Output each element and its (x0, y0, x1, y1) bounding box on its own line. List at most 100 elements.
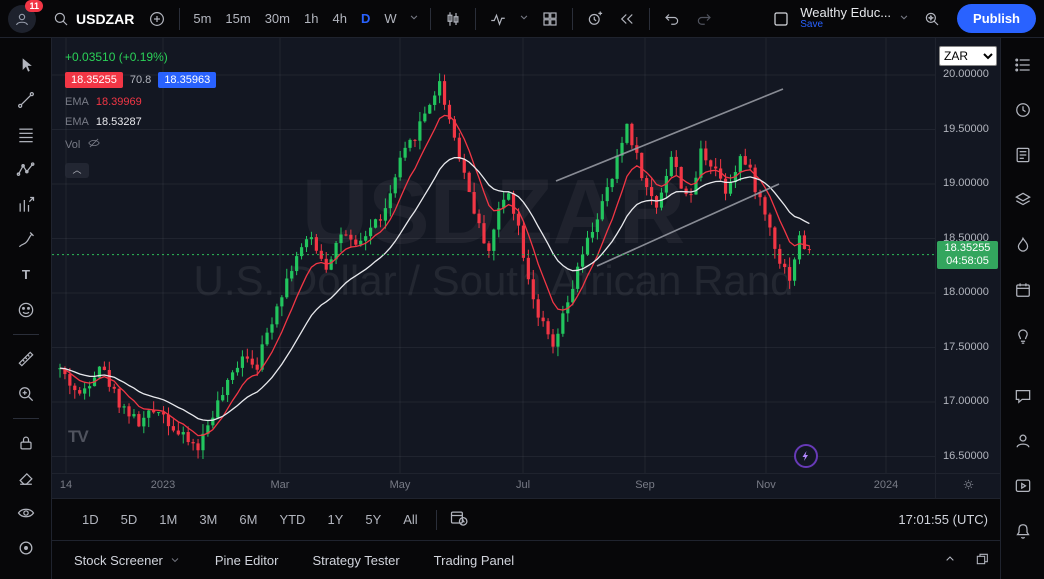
measure-tool[interactable] (12, 348, 40, 370)
bar-replay-button[interactable] (612, 6, 642, 32)
time-axis-labels: 14 2023 Mar May Jul Sep Nov 2024 (52, 474, 935, 498)
watchlist-icon[interactable] (1009, 54, 1037, 76)
range-1y[interactable]: 1Y (319, 508, 351, 531)
tab-stock-screener[interactable]: Stock Screener (74, 553, 181, 568)
bottom-panel-tabs: Stock Screener Pine Editor Strategy Test… (52, 540, 1000, 579)
range-ytd[interactable]: YTD (271, 508, 313, 531)
timeframe-1w[interactable]: W (378, 7, 402, 30)
range-5y[interactable]: 5Y (357, 508, 389, 531)
chat-icon[interactable] (1009, 385, 1037, 407)
calendar-icon[interactable] (1009, 279, 1037, 301)
lightning-boost-button[interactable] (794, 444, 818, 468)
pattern-tool[interactable] (12, 159, 40, 181)
bar-countdown: 04:58:05 (937, 255, 998, 268)
forecast-tool[interactable] (12, 194, 40, 216)
timeframe-1d[interactable]: D (355, 7, 376, 30)
cursor-tool[interactable] (12, 54, 40, 76)
tab-pine-editor[interactable]: Pine Editor (215, 553, 279, 568)
axis-currency-select[interactable]: ZAR (939, 46, 997, 66)
divider (179, 8, 180, 30)
ideas-bulb-icon[interactable] (1009, 324, 1037, 346)
divider (649, 8, 650, 30)
legend-collapse-button[interactable]: ︿ (65, 163, 89, 178)
tradingview-logo[interactable]: TV (68, 427, 88, 447)
chart-row: USDZAR U.S. Dollar / South African Rand … (52, 38, 1000, 473)
object-tree-icon[interactable] (1009, 189, 1037, 211)
layout-grid-button[interactable] (535, 6, 565, 32)
timeframe-5m[interactable]: 5m (187, 7, 217, 30)
timeframes-chevron-down-icon[interactable] (405, 8, 423, 29)
text-tool[interactable]: T (12, 264, 40, 286)
go-to-date-button[interactable] (447, 506, 471, 533)
layout-name: Wealthy Educ... (800, 7, 891, 19)
publish-button[interactable]: Publish (957, 4, 1036, 33)
timeframe-30m[interactable]: 30m (259, 7, 296, 30)
save-layout-button[interactable] (766, 6, 796, 32)
user-avatar[interactable]: 11 (8, 5, 36, 33)
redo-button[interactable] (689, 6, 719, 32)
time-axis-label: 2024 (874, 479, 898, 491)
fib-retracement-tool[interactable] (12, 124, 40, 146)
range-6m[interactable]: 6M (231, 508, 265, 531)
create-alert-button[interactable] (580, 6, 610, 32)
save-link[interactable]: Save (800, 19, 823, 31)
brush-tool[interactable] (12, 229, 40, 251)
alerts-icon[interactable] (1009, 99, 1037, 121)
time-axis[interactable]: 14 2023 Mar May Jul Sep Nov 2024 (52, 473, 1000, 498)
price-axis-label: 18.00000 (943, 286, 989, 298)
news-icon[interactable] (1009, 144, 1037, 166)
zoom-tool[interactable] (12, 383, 40, 405)
layout-name-block[interactable]: Wealthy Educ... Save (800, 7, 891, 31)
streams-icon[interactable] (1009, 430, 1037, 452)
range-all[interactable]: All (395, 508, 425, 531)
ema2-label[interactable]: EMA (65, 116, 89, 128)
indicators-chevron-down-icon[interactable] (515, 8, 533, 29)
divider (13, 418, 39, 419)
chart-style-button[interactable] (438, 6, 468, 32)
indicators-button[interactable] (483, 6, 513, 32)
chart-canvas[interactable]: USDZAR U.S. Dollar / South African Rand … (52, 38, 935, 473)
grid-layout-icon (541, 10, 559, 28)
time-axis-label: Jul (516, 479, 530, 491)
quick-search-button[interactable] (917, 6, 947, 32)
chart-settings-button[interactable] (961, 477, 976, 495)
svg-text:T: T (21, 267, 29, 282)
undo-button[interactable] (657, 6, 687, 32)
last-price-value: 18.35255 (937, 242, 998, 255)
price-axis-label: 17.50000 (943, 341, 989, 353)
panel-expand-button[interactable] (942, 551, 958, 570)
tab-strategy-tester[interactable]: Strategy Tester (312, 553, 399, 568)
clock-utc[interactable]: 17:01:55 (UTC) (898, 512, 988, 527)
volume-label[interactable]: Vol (65, 139, 80, 151)
timeframe-1h[interactable]: 1h (298, 7, 324, 30)
emoji-tool[interactable] (12, 299, 40, 321)
restore-window-icon (974, 551, 990, 567)
target-tool[interactable] (12, 537, 40, 559)
search-icon (52, 10, 70, 28)
hide-drawings-tool[interactable] (12, 502, 40, 524)
panel-restore-button[interactable] (974, 551, 990, 570)
eye-off-icon[interactable] (87, 136, 101, 153)
notifications-bell-icon[interactable] (1009, 520, 1037, 542)
compare-symbol-button[interactable] (142, 6, 172, 32)
lock-drawings-tool[interactable] (12, 432, 40, 454)
tab-trading-panel[interactable]: Trading Panel (434, 553, 514, 568)
range-5d[interactable]: 5D (113, 508, 146, 531)
quick-search-icon (923, 10, 941, 28)
chart-center: USDZAR U.S. Dollar / South African Rand … (52, 38, 1000, 579)
ema1-label[interactable]: EMA (65, 96, 89, 108)
price-axis[interactable]: ZAR 20.00000 19.50000 19.00000 18.50000 … (935, 38, 1000, 473)
range-1d[interactable]: 1D (74, 508, 107, 531)
range-3m[interactable]: 3M (191, 508, 225, 531)
trend-line-tool[interactable] (12, 89, 40, 111)
symbol-search-button[interactable]: USDZAR (46, 6, 140, 32)
timeframe-15m[interactable]: 15m (219, 7, 256, 30)
eraser-tool[interactable] (12, 467, 40, 489)
shows-play-icon[interactable] (1009, 475, 1037, 497)
notification-count-badge: 11 (25, 0, 43, 12)
range-1m[interactable]: 1M (151, 508, 185, 531)
timeframe-4h[interactable]: 4h (326, 7, 352, 30)
chart-legend: +0.03510 (+0.19%) 18.35255 70.8 18.35963… (65, 50, 216, 178)
hotlist-flame-icon[interactable] (1009, 234, 1037, 256)
layout-chevron-down-icon[interactable] (895, 8, 913, 29)
